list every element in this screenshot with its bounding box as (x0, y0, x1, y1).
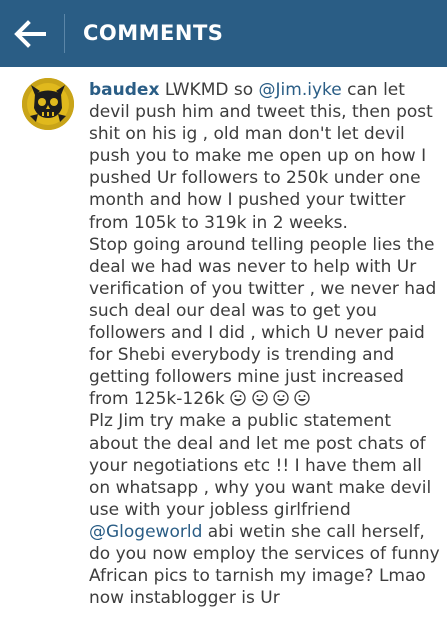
mention-jim-link[interactable]: @Jim.iyke (259, 80, 342, 100)
avatar[interactable] (22, 78, 74, 130)
grinning-face-icon (230, 390, 246, 406)
header-divider (64, 14, 65, 53)
app-header: COMMENTS (0, 0, 447, 67)
comment-item: baudex LWKMD so @Jim.iyke can let devil … (0, 67, 447, 640)
grinning-face-icon (294, 390, 310, 406)
comment-text: baudex LWKMD so @Jim.iyke can let devil … (89, 79, 441, 609)
comment-body-part: can let devil push him and tweet this, t… (89, 80, 437, 410)
page-title: COMMENTS (83, 21, 224, 45)
grinning-face-icon (251, 390, 268, 406)
comment-body-part: Plz Jim try make a public statement abou… (89, 411, 432, 520)
skull-logo-icon (22, 78, 74, 130)
grinning-face-icon (273, 390, 289, 406)
back-arrow-icon (14, 20, 46, 48)
comment-body-part: LWKMD so (159, 80, 259, 100)
back-button[interactable] (0, 0, 64, 67)
mention-glogeworld-link[interactable]: @Glogeworld (89, 522, 202, 542)
emoji-group (230, 389, 310, 409)
comment-username[interactable]: baudex (89, 80, 159, 100)
